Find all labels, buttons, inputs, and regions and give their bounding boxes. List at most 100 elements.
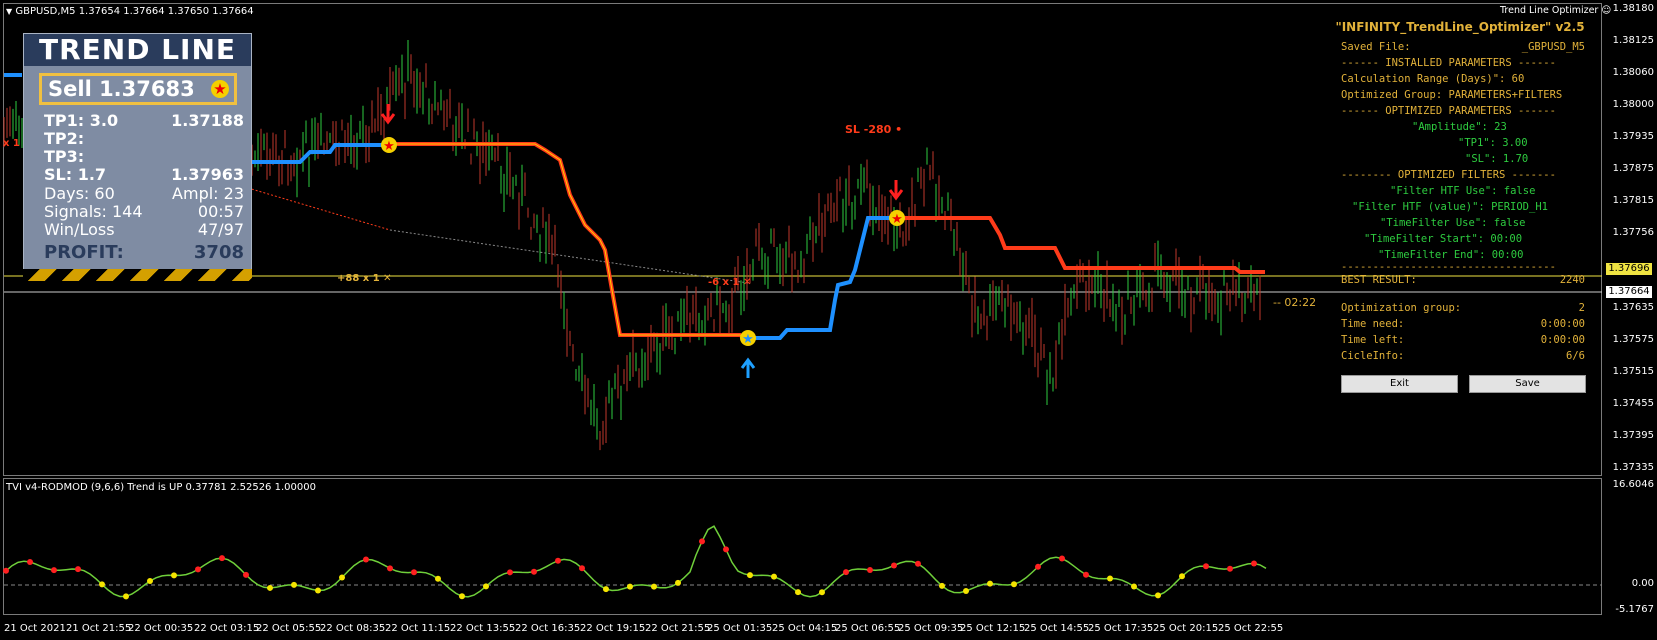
oscillator-dot bbox=[267, 584, 273, 591]
oscillator-dot bbox=[291, 581, 297, 588]
oscillator-dot bbox=[1011, 581, 1017, 588]
oscillator-dot bbox=[1107, 575, 1113, 582]
panel-title: TREND LINE bbox=[24, 34, 251, 66]
time-left-label: Time left: bbox=[1341, 334, 1405, 346]
time-axis-label: 25 Oct 14:55 bbox=[1024, 623, 1090, 634]
oscillator-dot bbox=[75, 566, 81, 573]
star-icon: ★ bbox=[891, 212, 903, 227]
oscillator-dot bbox=[3, 567, 9, 574]
cicle-label: CicleInfo: bbox=[1341, 350, 1405, 362]
oscillator-dot bbox=[939, 582, 945, 589]
oscillator-dot bbox=[459, 593, 465, 600]
price-axis-tick: 1.37635 bbox=[1612, 302, 1654, 313]
filter-htf-use: "Filter HTF Use": false bbox=[1390, 185, 1536, 197]
time-axis-label: 25 Oct 09:35 bbox=[898, 623, 964, 634]
profit-row: PROFIT: 3708 bbox=[44, 242, 244, 263]
best-result-label: BEST RESULT: bbox=[1341, 274, 1417, 286]
optgroup-label: Optimization group: bbox=[1341, 302, 1462, 314]
opt-params-separator: ------ OPTIMIZED PARAMETERS ------ bbox=[1341, 105, 1556, 117]
optimizer-header: Trend Line Optimizer ☺ bbox=[1500, 5, 1612, 16]
price-axis-tick: 1.37756 bbox=[1612, 227, 1654, 238]
price-axis-tick: 1.37395 bbox=[1612, 430, 1654, 441]
time-axis-label: 21 Oct 2021 bbox=[4, 623, 66, 634]
oscillator-dot bbox=[123, 593, 129, 600]
oscillator-dot bbox=[1251, 560, 1257, 567]
oscillator-dot bbox=[843, 569, 849, 576]
oscillator-dot bbox=[603, 586, 609, 593]
time-axis-label: 22 Oct 00:35 bbox=[128, 623, 194, 634]
oscillator-line bbox=[5, 525, 1267, 598]
save-button[interactable]: Save bbox=[1469, 375, 1586, 393]
time-axis-label: 22 Oct 13:55 bbox=[450, 623, 516, 634]
oscillator-dot bbox=[171, 572, 177, 579]
oscillator-dot bbox=[1227, 565, 1233, 572]
oscillator-dot bbox=[51, 567, 57, 574]
price-axis-tick: 1.38000 bbox=[1612, 99, 1654, 110]
time-axis-label: 25 Oct 17:35 bbox=[1088, 623, 1154, 634]
symbol-info: ▼ GBPUSD,M5 1.37654 1.37664 1.37650 1.37… bbox=[6, 6, 254, 17]
time-axis-label: 22 Oct 16:35 bbox=[515, 623, 581, 634]
price-axis-tick: 1.37875 bbox=[1612, 163, 1654, 174]
time-axis-label: 25 Oct 22:55 bbox=[1218, 623, 1284, 634]
price-axis-tick: 1.37575 bbox=[1612, 334, 1654, 345]
star-icon: ★ bbox=[383, 139, 395, 154]
oscillator-dot bbox=[795, 589, 801, 596]
oscillator-dot bbox=[339, 574, 345, 581]
oscillator-dot bbox=[507, 569, 513, 576]
oscillator-dot bbox=[579, 565, 585, 572]
sl-label: SL -280 • bbox=[845, 123, 903, 136]
tp3-row: TP3: bbox=[44, 147, 85, 166]
amplitude-param: "Amplitude": 23 bbox=[1412, 121, 1507, 133]
price-axis-tick: 1.37335 bbox=[1612, 462, 1654, 473]
trade-line bbox=[247, 187, 391, 231]
oscillator-dot bbox=[27, 559, 33, 566]
smiley-icon: ☺ bbox=[1601, 5, 1612, 16]
oscillator-dot bbox=[723, 546, 729, 553]
sl-row: SL: 1.7 1.37963 bbox=[44, 165, 244, 184]
oscillator-dot bbox=[771, 573, 777, 580]
oscillator-dot bbox=[987, 580, 993, 587]
oscillator-dot bbox=[99, 581, 105, 588]
star-icon: ★ bbox=[742, 332, 754, 347]
oscillator-dot bbox=[699, 538, 705, 545]
trend-line-panel: TREND LINE Sell 1.37683 ★ TP1: 3.0 1.3718… bbox=[23, 33, 252, 281]
oscillator-dot bbox=[891, 562, 897, 569]
oscillator-dot bbox=[147, 578, 153, 585]
time-axis-label: 22 Oct 03:15 bbox=[194, 623, 260, 634]
time-axis-label: 22 Oct 19:15 bbox=[580, 623, 646, 634]
time-axis-label: 21 Oct 21:55 bbox=[66, 623, 132, 634]
time-axis-label: 22 Oct 11:15 bbox=[385, 623, 451, 634]
opt-group: Optimized Group: PARAMETERS+FILTERS bbox=[1341, 89, 1563, 101]
installed-separator: ------ INSTALLED PARAMETERS ------ bbox=[1341, 57, 1556, 69]
time-need-label: Time need: bbox=[1341, 318, 1405, 330]
days-row: Days: 60 Ampl: 23 bbox=[44, 184, 244, 203]
time-left-value: 0:00:00 bbox=[1540, 334, 1585, 346]
price-axis-tick: 1.37515 bbox=[1612, 366, 1654, 377]
price-axis-tick: 1.37935 bbox=[1612, 131, 1654, 142]
winloss-row: Win/Loss 47/97 bbox=[44, 220, 244, 239]
oscillator-dot bbox=[651, 583, 657, 590]
opt-filters-separator: -------- OPTIMIZED FILTERS ------- bbox=[1341, 169, 1556, 181]
profit-label: +88 x 1 ✕ bbox=[337, 273, 392, 284]
saved-file-label: Saved File: bbox=[1341, 41, 1411, 53]
oscillator-dot bbox=[1131, 583, 1137, 590]
tp2-row: TP2: bbox=[44, 129, 85, 148]
oscillator-dot bbox=[531, 568, 537, 575]
sell-label: Sell 1.37683 bbox=[48, 77, 195, 101]
oscillator-dot bbox=[387, 565, 393, 572]
oscillator-dot bbox=[1179, 573, 1185, 580]
oscillator-dot bbox=[315, 587, 321, 594]
filter-htf-value: "Filter HTF (value)": PERIOD_H1 bbox=[1352, 201, 1548, 213]
star-icon: ★ bbox=[211, 80, 229, 98]
oscillator-dot bbox=[747, 572, 753, 579]
price-axis-tick: 1.37455 bbox=[1612, 398, 1654, 409]
countdown-timer: -- 02:22 bbox=[1273, 296, 1317, 309]
timefilter-use: "TimeFilter Use": false bbox=[1380, 217, 1526, 229]
sub-axis-tick: 0.00 bbox=[1631, 578, 1654, 589]
exit-button[interactable]: Exit bbox=[1341, 375, 1458, 393]
price-axis-tick: 1.38125 bbox=[1612, 35, 1654, 46]
oscillator-dot bbox=[915, 560, 921, 567]
time-axis-label: 22 Oct 08:35 bbox=[320, 623, 386, 634]
tp1-row: TP1: 3.0 1.37188 bbox=[44, 111, 244, 130]
trade-line bbox=[389, 229, 749, 284]
